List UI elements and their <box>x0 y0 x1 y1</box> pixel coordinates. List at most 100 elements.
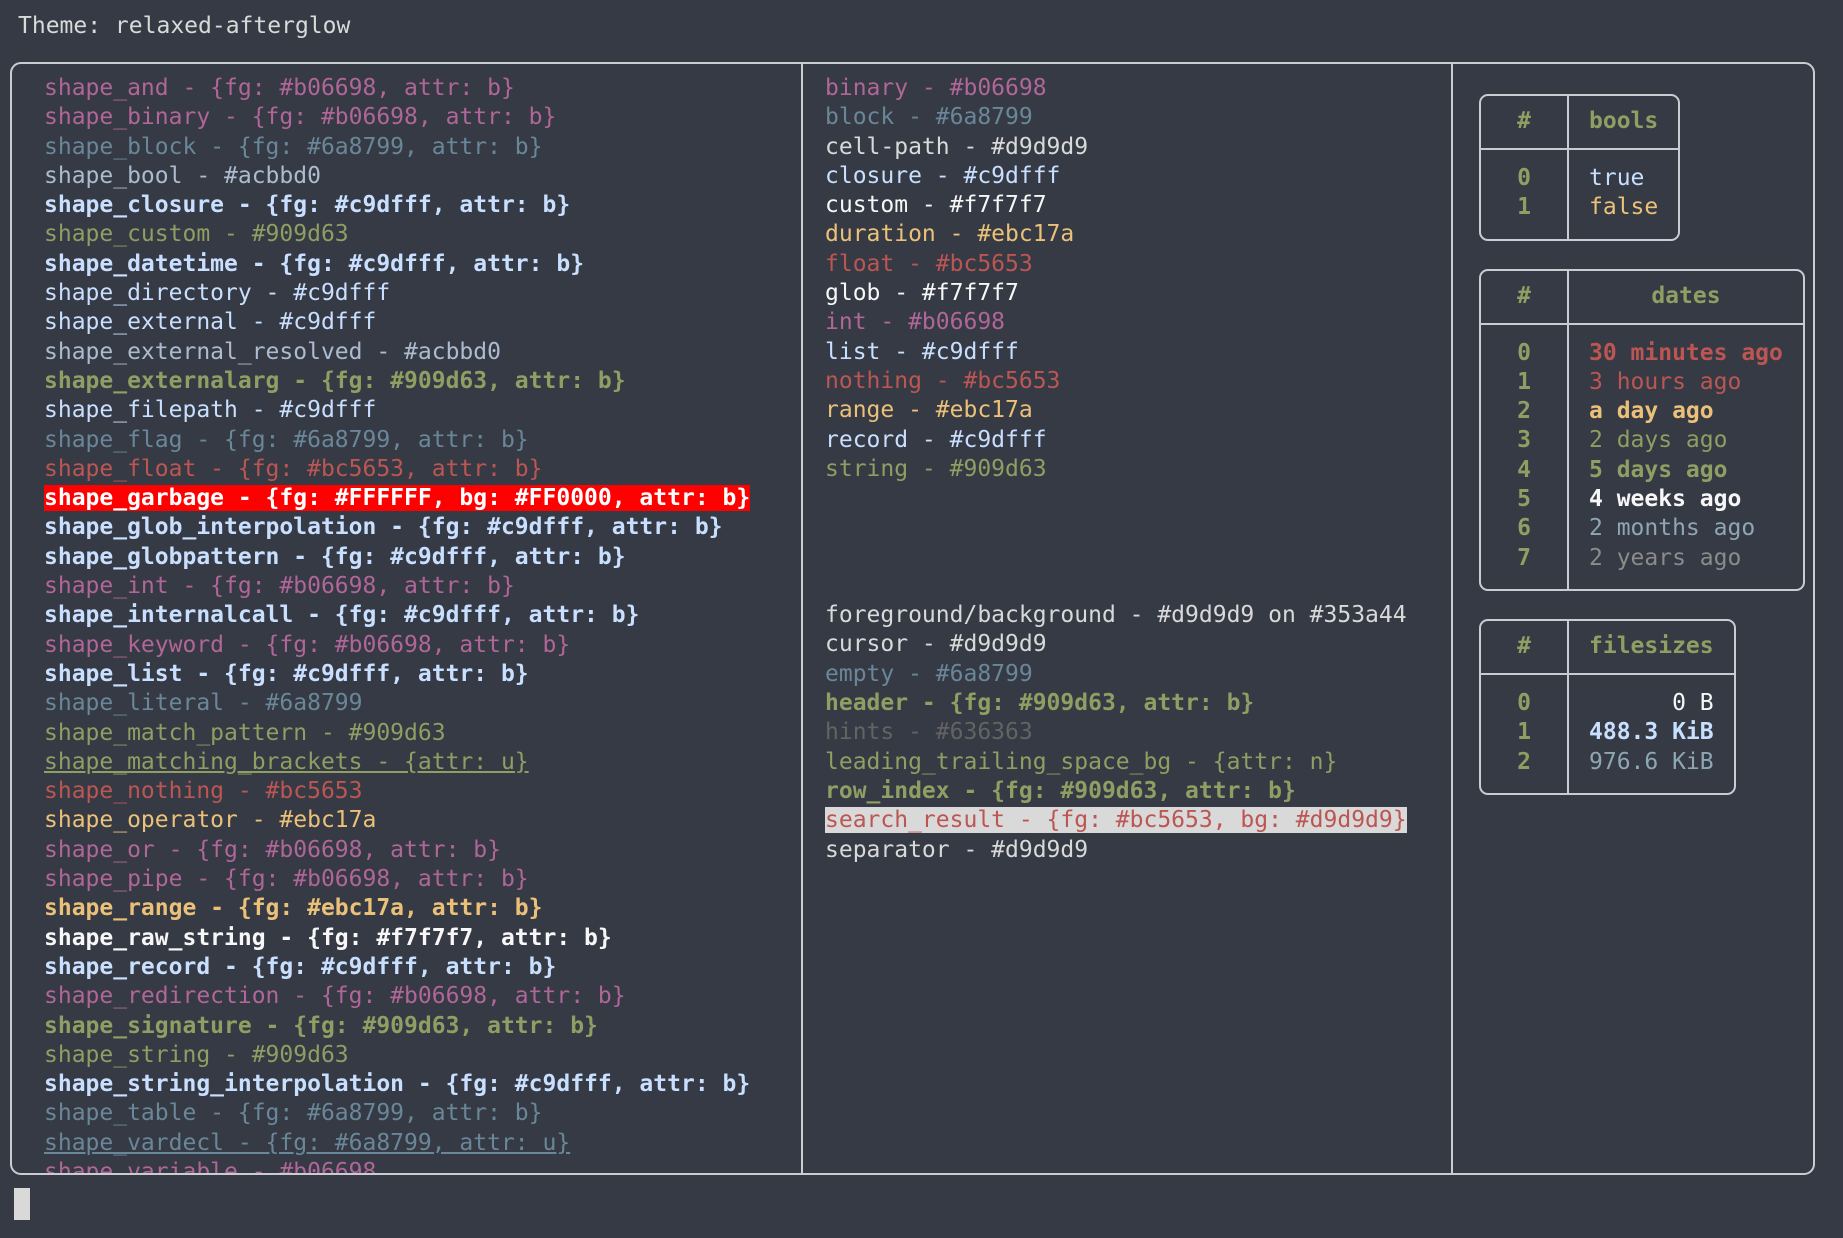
shape-entry-text: shape_bool - #acbbd0 <box>44 162 321 189</box>
shape-entry: shape_signature - {fg: #909d63, attr: b} <box>44 1012 801 1041</box>
shape-entry-text: shape_glob_interpolation - {fg: #c9dfff,… <box>44 514 723 541</box>
row-index: 2 <box>1517 748 1531 775</box>
type-entry-text: duration - #ebc17a <box>825 221 1075 248</box>
ui-entry: cursor - #d9d9d9 <box>825 630 1451 659</box>
shape-entry-text: shape_pipe - {fg: #b06698, attr: b} <box>44 866 529 893</box>
type-entry: cell-path - #d9d9d9 <box>825 133 1451 162</box>
shape-entry-text: shape_externalarg - {fg: #909d63, attr: … <box>44 367 626 394</box>
row-value: true <box>1589 165 1645 191</box>
shape-entry-text: shape_int - {fg: #b06698, attr: b} <box>44 573 515 600</box>
shape-entry: shape_globpattern - {fg: #c9dfff, attr: … <box>44 543 801 572</box>
row-index: 1 <box>1517 368 1531 395</box>
type-entry: closure - #c9dfff <box>825 162 1451 191</box>
shape-entry-text: shape_or - {fg: #b06698, attr: b} <box>44 836 501 863</box>
shape-entry: shape_external_resolved - #acbbd0 <box>44 338 801 367</box>
type-entry-text: range - #ebc17a <box>825 397 1033 424</box>
shape-entry: shape_match_pattern - #909d63 <box>44 719 801 748</box>
shape-entry: shape_binary - {fg: #b06698, attr: b} <box>44 103 801 132</box>
shape-entry-text: shape_signature - {fg: #909d63, attr: b} <box>44 1012 598 1039</box>
ui-entry: separator - #d9d9d9 <box>825 836 1451 865</box>
type-entry-text: float - #bc5653 <box>825 250 1033 277</box>
column-header-index: # <box>1481 270 1569 325</box>
ui-entry-text: leading_trailing_space_bg - {attr: n} <box>825 748 1338 775</box>
shape-entry-text: shape_filepath - #c9dfff <box>44 397 377 424</box>
shape-entry-text: shape_variable - #b06698 <box>44 1158 377 1173</box>
shape-entry-text: shape_list - {fg: #c9dfff, attr: b} <box>44 660 529 687</box>
table-body-row: 0 1 true false <box>1481 150 1678 239</box>
shape-entry: shape_keyword - {fg: #b06698, attr: b} <box>44 631 801 660</box>
row-value: 2 days ago <box>1589 427 1728 454</box>
shape-entry-text: shape_and - {fg: #b06698, attr: b} <box>44 75 515 101</box>
row-index-cell: 0 12 <box>1481 674 1569 793</box>
ui-entry: foreground/background - #d9d9d9 on #353a… <box>825 601 1451 630</box>
shape-entry-text: shape_string - #909d63 <box>44 1041 349 1068</box>
shapes-column: shape_and - {fg: #b06698, attr: b} shape_… <box>12 64 801 1173</box>
terminal-window: Theme: relaxed-afterglow shape_and - {fg… <box>0 0 1843 1238</box>
shape-entry: shape_pipe - {fg: #b06698, attr: b} <box>44 865 801 894</box>
row-index: 1 <box>1517 194 1531 221</box>
shape-entry-text: shape_external_resolved - #acbbd0 <box>44 338 501 365</box>
ui-entry-text: empty - #6a8799 <box>825 660 1033 687</box>
shape-entry: shape_vardecl - {fg: #6a8799, attr: u} <box>44 1129 801 1158</box>
type-entry-text: custom - #f7f7f7 <box>825 192 1047 219</box>
row-index: 4 <box>1517 456 1531 483</box>
value-cell: true false <box>1569 150 1678 239</box>
shape-entry-text: shape_table - {fg: #6a8799, attr: b} <box>44 1100 543 1127</box>
row-index: 0 <box>1517 689 1531 716</box>
column-header-dates: dates <box>1569 271 1803 325</box>
type-entry: list - #c9dfff <box>825 338 1451 367</box>
ui-entry-text: separator - #d9d9d9 <box>825 836 1089 863</box>
type-entry: int - #b06698 <box>825 308 1451 337</box>
shape-entry-text: shape_matching_brackets - {attr: u} <box>44 748 529 775</box>
shape-entry: shape_externalarg - {fg: #909d63, attr: … <box>44 367 801 396</box>
row-value: 30 minutes ago <box>1589 339 1783 366</box>
table-dates: # dates 0 1 2 3 4 5 6 7 30 minutes ago 3 hours ago a… <box>1479 268 1805 591</box>
column-header-filesizes: filesizes <box>1569 621 1734 675</box>
value-cell: 0 B 488.3 KiB 976.6 KiB <box>1569 675 1734 793</box>
type-entry-text: closure - #c9dfff <box>825 162 1061 189</box>
shape-entry: shape_closure - {fg: #c9dfff, attr: b} <box>44 191 801 220</box>
type-entry: string - #909d63 <box>825 455 1451 484</box>
row-index: 0 <box>1517 165 1531 191</box>
row-index: 0 <box>1517 339 1531 366</box>
shape-entry: shape_int - {fg: #b06698, attr: b} <box>44 572 801 601</box>
table-bools: # bools 0 1 true false <box>1479 94 1681 241</box>
table-body-row: 0 12 0 B 488.3 KiB 976.6 KiB <box>1481 674 1734 793</box>
row-value: a day ago <box>1589 398 1714 425</box>
row-value: 0 B <box>1672 689 1714 716</box>
shape-entry-text: shape_garbage - {fg: #FFFFFF, bg: #FF000… <box>44 485 751 512</box>
column-header-bools: bools <box>1569 96 1679 150</box>
ui-entry: search_result - {fg: #bc5653, bg: #d9d9d… <box>825 806 1451 835</box>
page-title: Theme: relaxed-afterglow <box>18 13 351 39</box>
shape-entry: shape_and - {fg: #b06698, attr: b} <box>44 74 801 103</box>
shape-entry: shape_or - {fg: #b06698, attr: b} <box>44 836 801 865</box>
type-entry-text: glob - #f7f7f7 <box>825 280 1019 307</box>
type-entry: float - #bc5653 <box>825 250 1451 279</box>
type-entry-text: string - #909d63 <box>825 455 1047 482</box>
shape-entry-text: shape_directory - #c9dfff <box>44 280 391 307</box>
shape-entry: shape_raw_string - {fg: #f7f7f7, attr: b… <box>44 924 801 953</box>
row-index-cell: 01 234 567 <box>1481 324 1569 589</box>
types-list: binary - #b06698 block - #6a8799 cell-path… <box>825 74 1451 484</box>
shape-entry: shape_list - {fg: #c9dfff, attr: b} <box>44 660 801 689</box>
shape-entry: shape_redirection - {fg: #b06698, attr: … <box>44 982 801 1011</box>
table-body-row: 0 1 2 3 4 5 6 7 30 minutes ago 3 hours ago a day a… <box>1481 324 1803 589</box>
shape-entry: shape_filepath - #c9dfff <box>44 396 801 425</box>
tables-column: # bools 0 1 true false # dates 0 1 2 3 4 5 6 7 30 minute… <box>1451 64 1813 1173</box>
shape-entry-text: shape_match_pattern - #909d63 <box>44 719 446 746</box>
shape-entry: shape_block - {fg: #6a8799, attr: b} <box>44 133 801 162</box>
value-cell: 30 minutes ago 3 hours ago a day ago 2 days… <box>1569 325 1803 589</box>
row-value: 2 years ago <box>1589 544 1742 571</box>
shape-entry-text: shape_operator - #ebc17a <box>44 807 377 834</box>
row-index: 7 <box>1517 544 1531 571</box>
shape-entry: shape_string_interpolation - {fg: #c9dff… <box>44 1070 801 1099</box>
row-index-cell: 01 <box>1481 150 1569 239</box>
shape-entry: shape_matching_brackets - {attr: u} <box>44 748 801 777</box>
shape-entry-text: shape_flag - {fg: #6a8799, attr: b} <box>44 426 529 453</box>
shape-entry-text: shape_closure - {fg: #c9dfff, attr: b} <box>44 192 571 219</box>
shape-entry-text: shape_vardecl - {fg: #6a8799, attr: u} <box>44 1129 571 1156</box>
shape-entry-text: shape_keyword - {fg: #b06698, attr: b} <box>44 631 571 658</box>
row-value: 3 hours ago <box>1589 368 1742 395</box>
shape-entry: shape_nothing - #bc5653 <box>44 777 801 806</box>
shape-entry-text: shape_range - {fg: #ebc17a, attr: b} <box>44 895 543 922</box>
